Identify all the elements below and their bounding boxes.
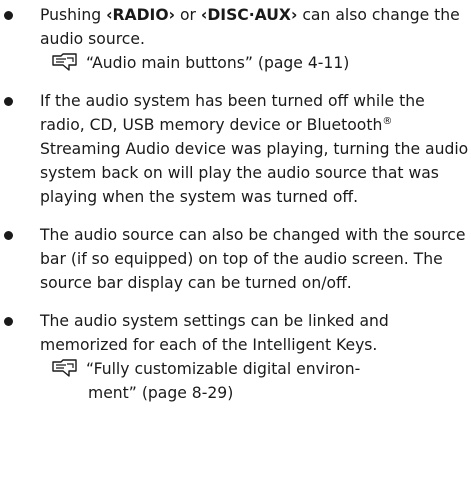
reference-text-line2: ment” (page 8-29) — [88, 384, 234, 402]
cross-reference[interactable]: “Fully customizable digital environ- men… — [40, 357, 469, 405]
bullet-dot — [4, 97, 13, 106]
reference-pointer-icon — [52, 53, 78, 71]
item-text: The audio source can also be changed wit… — [40, 226, 466, 292]
reference-pointer-icon — [52, 359, 78, 377]
cross-reference[interactable]: “Audio main buttons” (page 4-11) — [40, 51, 469, 75]
bullet-dot — [4, 317, 13, 326]
list-item: The audio system settings can be linked … — [4, 309, 469, 405]
registered-mark: ® — [382, 116, 393, 127]
bullet-dot — [4, 231, 13, 240]
reference-text-line1: “Fully customizable digital environ- — [86, 360, 361, 378]
item-text: The audio system settings can be linked … — [40, 312, 389, 354]
reference-text: “Audio main buttons” (page 4-11) — [86, 54, 350, 72]
list-item: If the audio system has been turned off … — [4, 89, 469, 209]
item-text-part-a: If the audio system has been turned off … — [40, 92, 425, 134]
disc-aux-button-label: ‹DISC·AUX› — [200, 6, 298, 24]
radio-button-label: ‹RADIO› — [106, 6, 176, 24]
item-text-prefix: Pushing — [40, 6, 107, 24]
manual-page: Pushing ‹RADIO› or ‹DISC·AUX› can also c… — [0, 0, 471, 495]
bullet-dot — [4, 11, 13, 20]
item-text-part-b: Streaming Audio device was playing, turn… — [40, 140, 469, 206]
list-item: The audio source can also be changed wit… — [4, 223, 469, 295]
item-text-mid: or — [175, 6, 201, 24]
bullet-list: Pushing ‹RADIO› or ‹DISC·AUX› can also c… — [4, 3, 469, 419]
list-item: Pushing ‹RADIO› or ‹DISC·AUX› can also c… — [4, 3, 469, 75]
